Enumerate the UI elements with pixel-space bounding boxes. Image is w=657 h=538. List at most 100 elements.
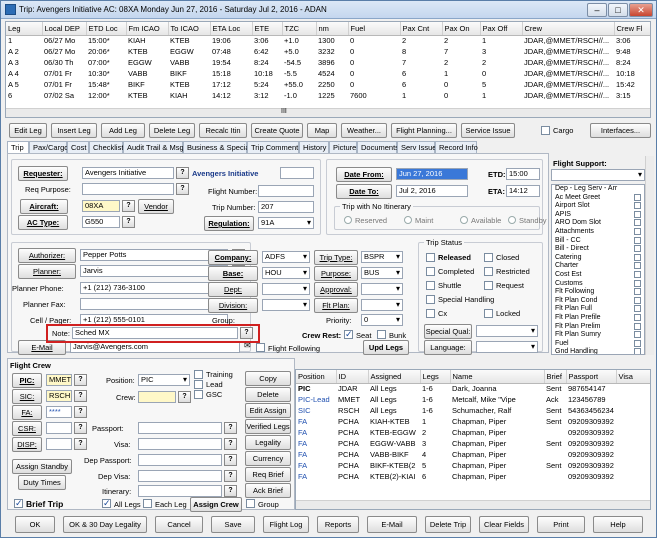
legs-col-header[interactable]: To ICAO [168, 22, 211, 36]
legs-col-header[interactable]: ETA Loc [210, 22, 253, 36]
pic-field[interactable]: MMET [46, 374, 72, 386]
support-item-checkbox[interactable] [634, 288, 641, 296]
ack-brief-button[interactable]: Ack Brief [245, 483, 291, 498]
support-item-catering[interactable]: Catering [552, 253, 644, 263]
date-from-field[interactable]: Jun 27, 2016 [396, 168, 468, 180]
company-select[interactable]: ADFS [262, 251, 310, 263]
support-item-gnd-handling[interactable]: Gnd Handling [552, 348, 644, 354]
sic-button[interactable]: SIC: [12, 389, 42, 404]
reports-button[interactable]: Reports [317, 516, 359, 533]
trip-type-select[interactable]: BSPR [361, 251, 403, 263]
tab-checklist[interactable]: Checklist [89, 141, 123, 153]
support-item-checkbox[interactable] [634, 253, 641, 261]
crew-col-header[interactable]: Legs [420, 370, 451, 384]
legs-grid[interactable]: Leg Local DEP ETD Loc Fm ICAO To ICAO ETA Loc… [5, 21, 651, 118]
legs-col-header[interactable]: ETD Loc [86, 22, 127, 36]
legs-col-header[interactable]: Local DEP [42, 22, 87, 36]
req-brief-button[interactable]: Req Brief [245, 467, 291, 482]
date-to-field[interactable]: Jul 2, 2016 [396, 185, 468, 197]
status-restricted-checkbox[interactable] [484, 267, 493, 276]
flt-plan-select[interactable] [361, 299, 403, 311]
visa-lookup[interactable]: ? [224, 438, 237, 450]
crew-grid[interactable]: Position ID Assigned Legs Name Brief Passport V… [295, 369, 651, 510]
currency-button[interactable]: Currency [245, 451, 291, 466]
add-leg-button[interactable]: Add Leg [101, 123, 145, 138]
trip-number-field[interactable]: 207 [258, 201, 314, 213]
support-item-checkbox[interactable] [634, 270, 641, 278]
leg-row[interactable]: 1 06/27 Mo 15:00* KIAH KTEB 19:06 3:06 +1.0 1300… [6, 35, 650, 46]
legs-col-header[interactable]: Crew Fl [614, 22, 650, 36]
support-item-flt-plan-prelim[interactable]: Flt Plan Prelim [552, 322, 644, 332]
vendor-button[interactable]: Vendor [138, 199, 174, 214]
csr-button[interactable]: CSR: [12, 421, 42, 436]
planner-field[interactable]: Jarvis [80, 265, 228, 277]
support-item-flt-following[interactable]: Flt Following [552, 288, 644, 297]
help-button[interactable]: Help [593, 516, 643, 533]
legs-col-header[interactable]: Fm ICAO [126, 22, 169, 36]
status-completed-checkbox[interactable] [426, 267, 435, 276]
ok-30-day-legality-button[interactable]: OK & 30 Day Legality [63, 516, 147, 533]
base-select[interactable]: HOU [262, 267, 310, 279]
legs-col-header[interactable]: Pax On [442, 22, 481, 36]
priority-select[interactable]: 0 [361, 314, 403, 326]
passport-lookup[interactable]: ? [224, 422, 237, 434]
support-item-apis[interactable]: APIS [552, 210, 644, 220]
sic-field[interactable]: RSCH [46, 390, 72, 402]
legality-button[interactable]: Legality [245, 435, 291, 450]
legs-col-header[interactable]: Pax Off [480, 22, 523, 36]
verified-legs-button[interactable]: Verified Legs [245, 419, 291, 434]
planner-fax-field[interactable] [80, 298, 228, 310]
support-item-fuel[interactable]: Fuel [552, 339, 644, 349]
requester-button[interactable]: Requester: [18, 166, 68, 181]
support-item-flt-plan-cond[interactable]: Flt Plan Cond [552, 296, 644, 306]
aircraft-lookup[interactable]: ? [122, 200, 135, 212]
edit-assign-button[interactable]: Edit Assign [245, 403, 291, 418]
support-item-flt-plan-prefile[interactable]: Flt Plan Prefile [552, 313, 644, 323]
seat-checkbox[interactable] [344, 329, 353, 340]
crew-col-header[interactable]: Visa [616, 370, 650, 384]
flight-following-checkbox[interactable] [256, 343, 265, 352]
dept-button[interactable]: Dept: [208, 282, 258, 297]
support-item-bill-direct[interactable]: Bill - Direct [552, 245, 644, 254]
fa-lookup[interactable]: ? [74, 406, 87, 418]
radio-maint[interactable] [404, 216, 412, 224]
crew-row[interactable]: FA PCHA EGGW-VABB 3 Chapman, Piper Sent 092093… [296, 438, 650, 449]
support-item-checkbox[interactable] [634, 339, 641, 347]
itinerary-lookup[interactable]: ? [224, 485, 237, 497]
special-qual-select[interactable] [476, 325, 538, 337]
visa-field[interactable] [138, 438, 222, 450]
csr-lookup[interactable]: ? [74, 422, 87, 434]
save-button[interactable]: Save [211, 516, 255, 533]
support-item-flt-plan-full[interactable]: Flt Plan Full [552, 305, 644, 314]
status-released-checkbox[interactable] [426, 253, 435, 262]
flight-log-button[interactable]: Flight Log [263, 516, 309, 533]
support-item-airport-slot[interactable]: Airport Slot [552, 202, 644, 211]
approval-select[interactable] [361, 283, 403, 295]
pic-lookup[interactable]: ? [74, 374, 87, 386]
leg-row[interactable]: A 3 06/30 Th 07:00* EGGW VABB 19:54 8:24 -54.5 3… [6, 57, 650, 68]
map-button[interactable]: Map [307, 123, 337, 138]
legs-col-header[interactable]: Fuel [348, 22, 401, 36]
support-item-ac-meet-greet[interactable]: Ac Meet Greet [552, 193, 644, 203]
support-item-attachments[interactable]: Attachments [552, 227, 644, 237]
crew-row[interactable]: FA PCHA KTEB(2)-KIAI 6 Chapman, Piper 0920930… [296, 471, 650, 482]
eta-field[interactable]: 14:12 [506, 185, 540, 197]
crew-lookup[interactable]: ? [178, 391, 191, 403]
tab-cost[interactable]: Cost [67, 141, 89, 153]
support-item-checkbox[interactable] [634, 227, 641, 235]
dep-visa-field[interactable] [138, 470, 222, 482]
fa-field[interactable]: **** [46, 406, 72, 418]
trip-type-button[interactable]: Trip Type: [314, 250, 358, 265]
support-item-customs[interactable]: Customs [552, 279, 644, 289]
weather-button[interactable]: Weather... [341, 123, 387, 138]
company-button[interactable]: Company: [208, 250, 258, 265]
crew-hscrollbar[interactable] [296, 500, 650, 509]
support-item-checkbox[interactable] [634, 348, 641, 354]
create-quote-button[interactable]: Create Quote [251, 123, 303, 138]
radio-standby[interactable] [508, 216, 516, 224]
tab-picture[interactable]: Picture [329, 141, 357, 153]
date-from-button[interactable]: Date From: [336, 167, 392, 182]
support-item-bill-cc[interactable]: Bill - CC [552, 236, 644, 246]
crew-col-header[interactable]: Assigned [368, 370, 421, 384]
tab-pax-cargo[interactable]: Pax/Cargo [29, 141, 68, 153]
